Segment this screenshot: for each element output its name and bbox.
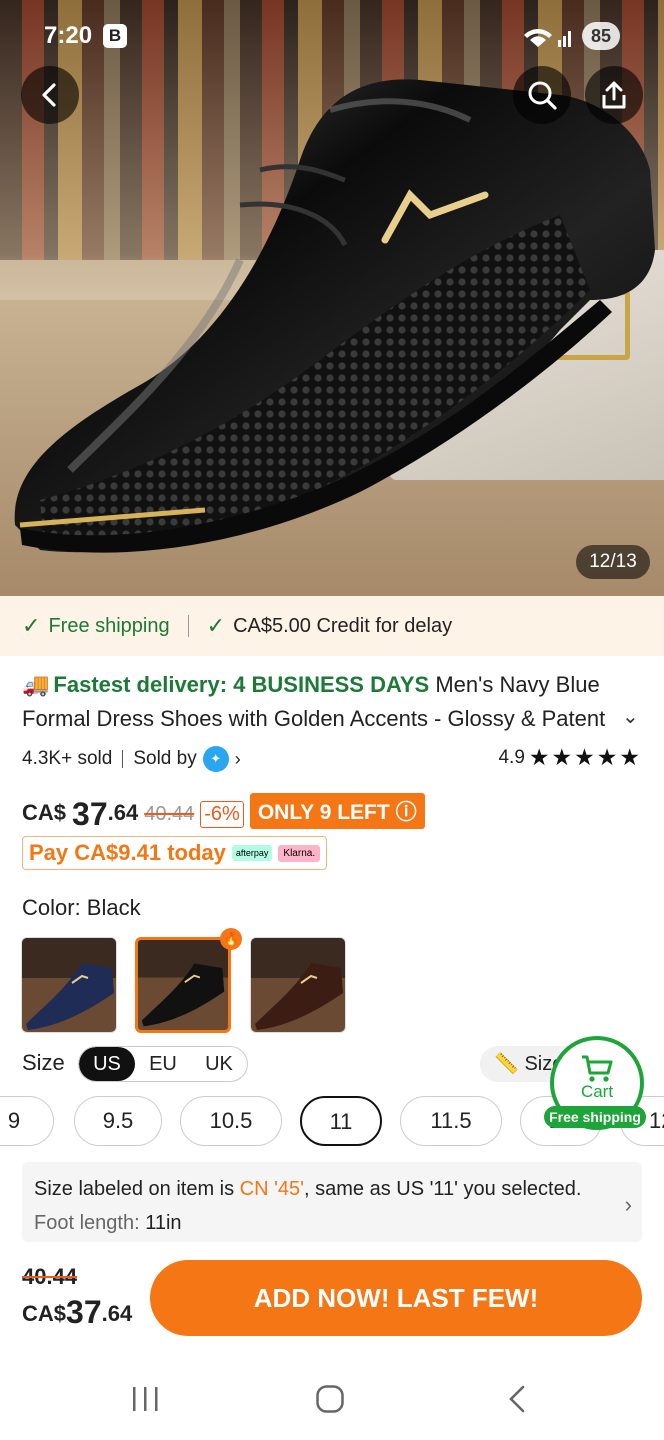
rating[interactable]: 4.9 ★★★★★ (498, 744, 642, 771)
back-arrow-icon (42, 83, 56, 107)
add-to-cart-button[interactable]: ADD NOW! LAST FEW! (150, 1260, 642, 1336)
recent-apps-icon[interactable] (130, 1386, 160, 1412)
product-title[interactable]: 🚚 Fastest delivery: 4 BUSINESS DAYS Men's… (22, 668, 622, 736)
unit-uk[interactable]: UK (191, 1047, 247, 1081)
app-root: { "status_bar": {"time": "7:20", "badge"… (0, 0, 664, 1440)
check-icon: ✓ (206, 613, 226, 638)
share-button[interactable] (585, 66, 643, 124)
size-info-prefix: Size labeled on item is (34, 1178, 240, 1200)
size-label: Size (22, 1050, 65, 1075)
shipping-strip[interactable]: ✓ Free shipping ✓ CA$5.00 Credit for del… (0, 596, 664, 656)
fastest-delivery: Fastest delivery: 4 BUSINESS DAYS (53, 672, 430, 697)
afterpay-logo: afterpay (231, 845, 273, 861)
notification-badge: B (103, 24, 127, 48)
bottom-cents: .64 (101, 1301, 133, 1326)
discount-badge: -6% (200, 801, 244, 828)
seller-avatar-icon[interactable]: ✦ (202, 746, 229, 772)
size-option[interactable]: 11.5 (400, 1096, 502, 1146)
image-counter: 12/13 (576, 545, 650, 579)
size-option[interactable]: 10.5 (180, 1096, 282, 1146)
black-shoe-thumbnail (138, 940, 228, 1030)
color-swatch-navy[interactable] (21, 937, 117, 1033)
stock-text: ONLY 9 LEFT (257, 801, 390, 824)
bottom-price: CA$ 37 .64 (22, 1294, 132, 1331)
divider (187, 615, 189, 637)
price-cents: .64 (107, 800, 139, 825)
size-option[interactable]: 9.5 (74, 1096, 162, 1146)
ruler-icon: 📏 (494, 1053, 519, 1075)
sold-count: 4.3K+ sold (22, 748, 113, 769)
status-bar: 7:20 B 85 (0, 0, 664, 70)
search-icon (528, 81, 557, 110)
credit-text: CA$5.00 Credit for delay (233, 614, 453, 637)
system-nav-bar (0, 1360, 664, 1440)
bottom-whole: 37 (66, 1294, 102, 1330)
price-whole: 37 (72, 796, 108, 832)
pay-later-banner[interactable]: Pay CA$9.41 today afterpay Klarna. (22, 836, 328, 870)
chevron-down-icon[interactable]: ⌄ (622, 704, 639, 729)
back-nav-icon[interactable] (505, 1384, 529, 1414)
foot-length-value: 11in (145, 1212, 182, 1234)
color-label: Color: Black (22, 895, 141, 920)
foot-length-line: Foot length: 11in (34, 1206, 630, 1240)
klarna-logo: Klarna. (278, 844, 321, 862)
bottom-original-price: 40.44 (22, 1264, 78, 1289)
unit-us[interactable]: US (79, 1047, 135, 1081)
chevron-right-icon: › (624, 1192, 632, 1217)
back-button[interactable] (21, 66, 79, 124)
pay-today-text: Pay CA$9.41 today (29, 840, 226, 865)
product-image[interactable]: 7:20 B 85 12/13 (0, 0, 664, 596)
color-swatch-black[interactable] (135, 937, 231, 1033)
home-icon[interactable] (315, 1384, 345, 1414)
check-icon: ✓ (22, 613, 41, 638)
size-option[interactable]: 9 (0, 1096, 54, 1146)
size-info-line: Size labeled on item is CN '45', same as… (34, 1172, 630, 1206)
chevron-right-icon[interactable]: › (235, 749, 241, 770)
search-button[interactable] (513, 66, 571, 124)
cart-icon (582, 1055, 613, 1082)
original-price: 40.44 (144, 803, 195, 825)
size-unit-toggle: US EU UK (78, 1046, 248, 1082)
size-info-panel[interactable]: Size labeled on item is CN '45', same as… (22, 1162, 642, 1242)
share-icon (602, 81, 626, 109)
sold-by-label[interactable]: Sold by (133, 748, 196, 770)
stock-badge[interactable]: ONLY 9 LEFT ⓘ (249, 793, 425, 829)
signal-icon (522, 26, 574, 53)
cart-free-shipping-badge: Free shipping (544, 1106, 646, 1128)
rating-value: 4.9 (498, 746, 525, 768)
navy-shoe-thumbnail (22, 938, 116, 1032)
foot-length-label: Foot length: (34, 1212, 146, 1234)
fire-icon: 🔥 (220, 928, 242, 950)
size-option-selected[interactable]: 11 (300, 1096, 382, 1146)
battery-indicator: 85 (582, 22, 620, 50)
star-icons: ★★★★★ (528, 744, 642, 770)
clock: 7:20 (44, 22, 93, 49)
bottom-currency: CA$ (22, 1301, 67, 1326)
divider (122, 750, 124, 768)
size-info-suffix: , same as US '11' you selected. (304, 1178, 582, 1200)
truck-icon: 🚚 (22, 672, 50, 697)
sales-meta: 4.3K+ sold Sold by ✦ › 4.9 ★★★★★ (22, 744, 642, 774)
free-shipping-text: Free shipping (48, 614, 170, 637)
price-row: CA$ 37 .64 40.44 -6% ONLY 9 LEFT ⓘ (22, 792, 425, 832)
cn-size: CN '45' (239, 1178, 304, 1200)
price-currency: CA$ (22, 800, 67, 825)
unit-eu[interactable]: EU (135, 1047, 191, 1081)
cart-label: Cart (580, 1082, 614, 1101)
brown-shoe-thumbnail (251, 938, 345, 1032)
color-swatch-brown[interactable] (250, 937, 346, 1033)
help-icon: ⓘ (395, 801, 417, 824)
